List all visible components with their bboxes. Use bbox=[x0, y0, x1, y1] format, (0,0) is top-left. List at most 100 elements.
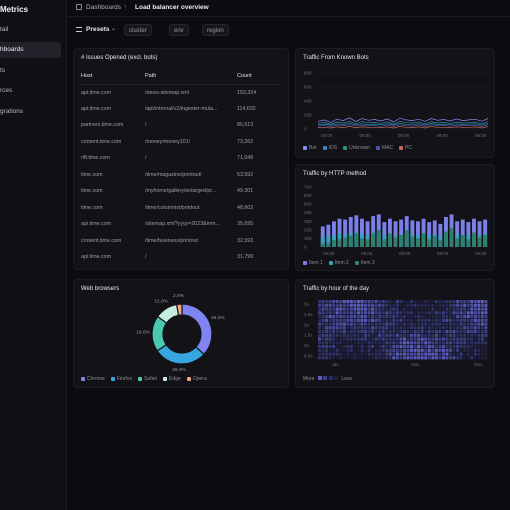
heatmap-cell bbox=[353, 315, 357, 319]
legend-item[interactable]: IOS bbox=[322, 145, 337, 151]
heatmap-cell bbox=[456, 300, 460, 304]
table-row[interactable]: time.com/time/magazine/printout/53,592 bbox=[80, 167, 282, 184]
heatmap-cell bbox=[417, 330, 421, 334]
table-row[interactable]: time.com/time/columnist/printout 48,602 bbox=[80, 200, 282, 217]
legend-item[interactable]: MAC bbox=[376, 145, 393, 151]
heatmap-cell bbox=[342, 345, 346, 349]
column-header-path[interactable]: Path bbox=[144, 69, 236, 85]
heatmap-cell bbox=[328, 356, 332, 360]
legend-item[interactable]: Firefox bbox=[110, 376, 133, 382]
issues-table: Host Path Count api.time.com/news-sitema… bbox=[80, 69, 282, 266]
sidebar-item-dashboards[interactable]: hboards bbox=[0, 42, 61, 58]
heatmap-cell bbox=[473, 322, 477, 326]
table-row[interactable]: api.time.com/api/internal/v2/ingester-mu… bbox=[80, 101, 282, 118]
heatmap-cell bbox=[378, 348, 382, 352]
legend-item[interactable]: Opera bbox=[186, 376, 207, 382]
legend-item[interactable]: PC bbox=[399, 145, 412, 151]
presets-button[interactable]: Presets bbox=[86, 26, 110, 33]
heatmap-cell bbox=[364, 330, 367, 334]
legend-item[interactable]: Safari bbox=[138, 376, 157, 382]
legend-item[interactable]: Item 2 bbox=[328, 260, 349, 266]
heatmap-cell bbox=[342, 326, 346, 330]
heatmap-cell bbox=[342, 330, 346, 334]
heatmap-cell bbox=[318, 307, 321, 311]
heatmap-cell bbox=[356, 333, 360, 337]
legend-item[interactable]: Item 1 bbox=[303, 260, 323, 266]
heatmap-cell bbox=[342, 356, 346, 360]
legend-item[interactable]: Edge bbox=[163, 376, 181, 382]
table-row[interactable]: content.time.com/time/business/printout 3… bbox=[80, 233, 282, 250]
breadcrumb-dashboards-link[interactable]: Dashboards bbox=[86, 4, 121, 11]
table-row[interactable]: content.time.com/money/money101/73,262 bbox=[80, 134, 282, 151]
heatmap-cell bbox=[445, 315, 449, 319]
heatmap-cell bbox=[346, 300, 350, 304]
heatmap-cell bbox=[356, 303, 360, 307]
y-tick-label: 2.5s bbox=[304, 312, 313, 317]
legend-item[interactable]: Item 3 bbox=[354, 260, 375, 266]
column-header-host[interactable]: Host bbox=[80, 69, 144, 85]
heatmap-cell bbox=[332, 311, 336, 315]
heatmap-cell bbox=[325, 315, 329, 319]
heatmap-cell bbox=[364, 307, 367, 311]
table-row[interactable]: api.time.com/news-sitemap.xml 153,324 bbox=[80, 84, 282, 101]
heatmap-cell bbox=[463, 300, 467, 304]
heatmap-cell bbox=[321, 345, 325, 349]
heatmap-cell bbox=[342, 333, 346, 337]
heatmap-cell bbox=[321, 311, 325, 315]
heatmap-cell bbox=[395, 337, 399, 341]
heatmap-cell bbox=[424, 345, 428, 349]
bar-item-3 bbox=[360, 238, 364, 247]
heatmap-cell bbox=[378, 318, 382, 322]
heatmap-cell bbox=[349, 300, 353, 304]
legend-item[interactable]: Bot bbox=[303, 145, 317, 151]
table-row[interactable]: rift.time.com / 71,048 bbox=[80, 150, 282, 167]
heatmap-cell bbox=[364, 300, 367, 304]
table-row[interactable]: api.time.com / 31,799 bbox=[80, 249, 282, 266]
heatmap-cell bbox=[477, 345, 481, 349]
heatmap-cell bbox=[473, 318, 477, 322]
legend-swatch bbox=[186, 376, 191, 381]
column-header-count[interactable]: Count bbox=[236, 69, 282, 85]
sidebar-item-sources[interactable]: rces bbox=[0, 83, 61, 99]
table-row[interactable]: time.com/myhome/gallery/enlarged/pr... 49… bbox=[80, 183, 282, 200]
table-row[interactable]: partners.time.com / 86,513 bbox=[80, 117, 282, 134]
legend-item[interactable]: Unknown bbox=[343, 145, 370, 151]
heatmap-cell bbox=[328, 318, 332, 322]
heatmap-cell bbox=[466, 345, 470, 349]
heatmap-cell bbox=[339, 318, 343, 322]
heatmap-cell bbox=[385, 341, 389, 345]
heatmap-cell bbox=[381, 337, 385, 341]
heatmap-cell bbox=[367, 303, 371, 307]
filter-chip-env[interactable]: env bbox=[169, 24, 189, 36]
heatmap-cell bbox=[413, 300, 417, 304]
legend-label: Item 3 bbox=[360, 260, 375, 266]
heatmap-cell bbox=[470, 356, 474, 360]
heatmap-cell bbox=[399, 345, 403, 349]
filter-chip-region[interactable]: region bbox=[202, 24, 229, 36]
heatmap-cell bbox=[452, 318, 456, 322]
heatmap-cell bbox=[374, 356, 378, 360]
legend-item[interactable]: Chrome bbox=[81, 376, 105, 382]
heatmap-cell bbox=[367, 322, 371, 326]
sidebar-item-tail[interactable]: tail bbox=[0, 22, 61, 38]
filter-chip-cluster[interactable]: cluster bbox=[124, 24, 152, 36]
legend-label: Firefox bbox=[116, 376, 133, 382]
cell-count: 35,695 bbox=[237, 221, 254, 228]
heatmap-cell bbox=[417, 356, 421, 360]
heatmap-cell bbox=[441, 303, 445, 307]
bar-item-3 bbox=[460, 235, 465, 247]
heatmap-cell bbox=[459, 307, 463, 311]
sidebar-item-alerts[interactable]: ts bbox=[0, 63, 61, 79]
heatmap-cell bbox=[438, 307, 442, 311]
heatmap-cell bbox=[463, 356, 467, 360]
heatmap-cell bbox=[356, 345, 360, 349]
table-row[interactable]: api.time.com/sitemap.xml?yyyy=2023&mm...… bbox=[80, 216, 282, 233]
heatmap-cell bbox=[364, 326, 367, 330]
heatmap-cell bbox=[470, 337, 474, 341]
sidebar-item-integrations[interactable]: grations bbox=[0, 104, 61, 120]
heatmap-cell bbox=[371, 311, 375, 315]
heatmap-cell bbox=[449, 322, 452, 326]
heatmap-cell bbox=[378, 322, 382, 326]
heatmap-cell bbox=[335, 341, 339, 345]
heatmap-cell bbox=[374, 348, 378, 352]
